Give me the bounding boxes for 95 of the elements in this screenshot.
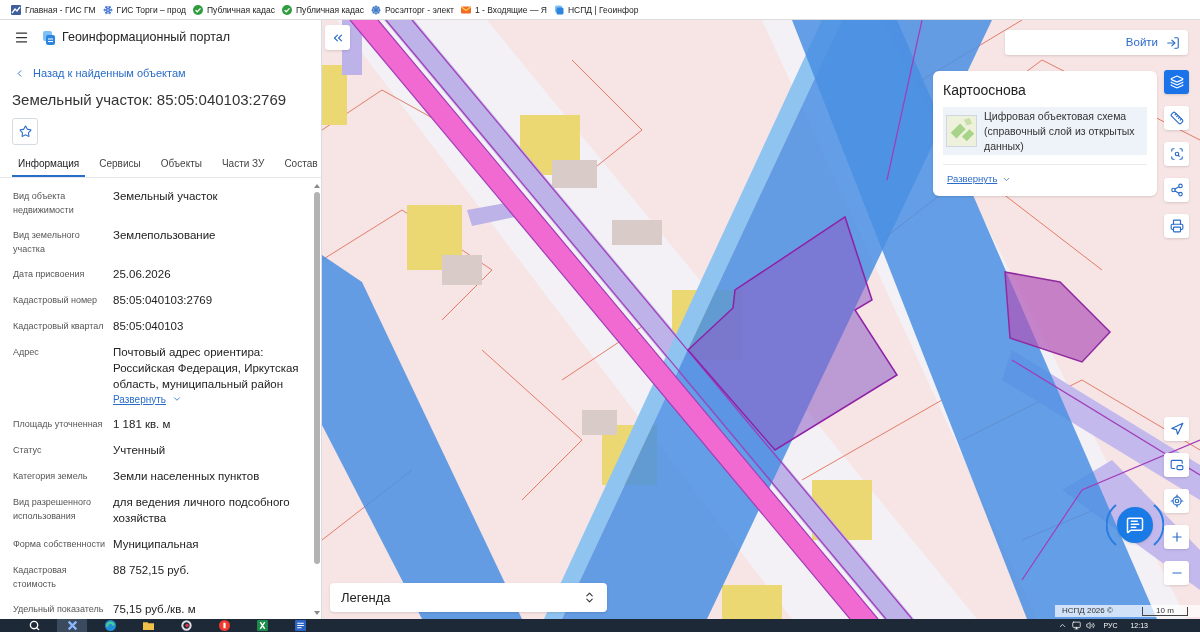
print-icon (1169, 219, 1184, 233)
locate-button[interactable] (1164, 417, 1189, 441)
stacked-pages-icon (553, 4, 564, 15)
field-label: Статус (13, 444, 43, 457)
field-label: Вид земельного участка (13, 229, 81, 256)
expand-link[interactable]: Развернуть (947, 172, 1012, 187)
favorite-button[interactable] (12, 118, 38, 145)
logo-icon (43, 30, 55, 45)
login-button[interactable]: Войти (1005, 30, 1188, 55)
bookmark-link[interactable]: Росэлторг - элект (371, 3, 454, 16)
field-value: Земли населенных пунктов (113, 469, 261, 484)
ruler-button[interactable] (1164, 106, 1189, 130)
field-value: Земельный участок (113, 189, 219, 204)
field-label: Адрес (13, 346, 40, 359)
bookmark-link[interactable]: НСПД | Геоинфор (553, 3, 639, 16)
share-button[interactable] (1164, 178, 1189, 202)
map-icon (11, 4, 21, 15)
tab[interactable]: Сервисы (93, 158, 147, 177)
swirl-icon (104, 620, 116, 631)
tab[interactable]: Состав (278, 158, 324, 177)
field-value: 1 181 кв. м (113, 417, 172, 432)
check-circle-icon (192, 4, 203, 15)
layer-card[interactable]: Цифровая объектовая схема (справочный слой из открытых данных) (943, 107, 1147, 155)
portal-title: Геоинформационный портал (62, 29, 231, 47)
field-label: Вид объекта недвижимости (13, 190, 75, 217)
chevron-down-icon (172, 394, 182, 404)
select-button[interactable] (1164, 142, 1189, 166)
field-value: 85:05:040103 (113, 319, 185, 334)
navigation-arrow-icon (1169, 422, 1184, 436)
field-value: 75,15 руб./кв. м (113, 602, 197, 617)
field-label: Категория земель (13, 470, 89, 483)
field-label: Площадь уточненная (13, 418, 104, 431)
chat-icon (1126, 516, 1144, 534)
menu-button[interactable] (13, 29, 29, 46)
pulse-ring-icon (1106, 502, 1164, 548)
menu-icon (13, 30, 29, 45)
share-icon (1169, 183, 1184, 197)
field-value: 88 752,15 руб. (113, 563, 191, 578)
network-icon[interactable] (1072, 621, 1082, 630)
tab[interactable]: Объекты (154, 158, 208, 177)
back-link[interactable]: Назад к найденным объектам (14, 66, 186, 80)
scrollbar-thumb[interactable] (313, 192, 320, 564)
bookmark-link[interactable]: 1 - Входящие — Я (460, 3, 547, 16)
bookmark-link[interactable]: Главная - ГИС ГМ (11, 3, 96, 16)
legend-dropdown[interactable]: Легенда (330, 583, 607, 612)
check-circle-icon (282, 4, 292, 15)
panel-title: Картооснова (943, 81, 1026, 99)
cross-icon (66, 620, 78, 631)
field-value: 25.06.2026 (113, 267, 172, 282)
zoom-in-icon (1169, 530, 1184, 544)
wheel-icon (371, 4, 382, 15)
field-value: Учтенный (113, 443, 167, 458)
volume-icon[interactable] (1086, 621, 1096, 630)
expand-link[interactable]: Развернуть (113, 392, 182, 406)
snowflake-icon (102, 4, 113, 15)
field-value: Почтовый адрес ориентира: Российская Федерация, Иркутская область, муниципальный район (113, 345, 300, 392)
star-icon (18, 125, 32, 138)
scroll-down-icon (313, 611, 320, 615)
layers-icon (1169, 75, 1184, 89)
crosshair-icon (1169, 494, 1184, 508)
minimap-button[interactable] (1164, 453, 1189, 477)
field-label: Вид разрешенного использования (13, 496, 93, 523)
field-label: Форма собственности (13, 538, 107, 551)
field-label: Удельный показатель (13, 603, 105, 616)
object-title: Земельный участок: 85:05:040103:2769 (12, 90, 287, 110)
layer-thumbnail (946, 115, 977, 147)
field-label: Кадастровый номер (13, 294, 99, 307)
attribution-text: НСПД 2026 © (1062, 606, 1113, 616)
scan-icon (1169, 147, 1184, 161)
picture-in-picture-icon (1169, 458, 1184, 472)
field-label: Дата присвоения (13, 268, 86, 281)
bookmark-link[interactable]: Публичная кадас (192, 3, 275, 16)
field-value: Землепользование (113, 228, 217, 243)
layers-button[interactable] (1164, 70, 1189, 94)
field-value: для ведения личного подсобного хозяйства (113, 495, 291, 526)
ruler-icon (1169, 111, 1184, 125)
locate-me-button[interactable] (1164, 489, 1189, 513)
print-button[interactable] (1164, 214, 1189, 238)
tab[interactable]: Части ЗУ (215, 158, 271, 177)
chevron-up-icon[interactable] (1058, 621, 1068, 630)
chevrons-up-down-icon (583, 591, 596, 604)
layer-name: Цифровая объектовая схема (справочный слой из открытых данных) (984, 108, 1136, 154)
tab[interactable]: Информация (12, 158, 86, 177)
login-icon (1166, 35, 1180, 50)
field-value: 85:05:040103:2769 (113, 293, 214, 308)
field-label: Кадастровая стоимость (13, 564, 68, 591)
bookmark-link[interactable]: ГИС Торги – прод (102, 3, 186, 16)
field-label: Кадастровый квартал (13, 320, 105, 333)
search-icon (28, 620, 40, 631)
bookmark-link[interactable]: Публичная кадас (282, 3, 365, 16)
scroll-up-icon (313, 184, 320, 188)
envelope-icon (460, 4, 471, 15)
field-value: Муниципальная (113, 537, 200, 552)
scale-bar: 10 m (1142, 606, 1188, 616)
collapse-button[interactable] (325, 25, 350, 50)
